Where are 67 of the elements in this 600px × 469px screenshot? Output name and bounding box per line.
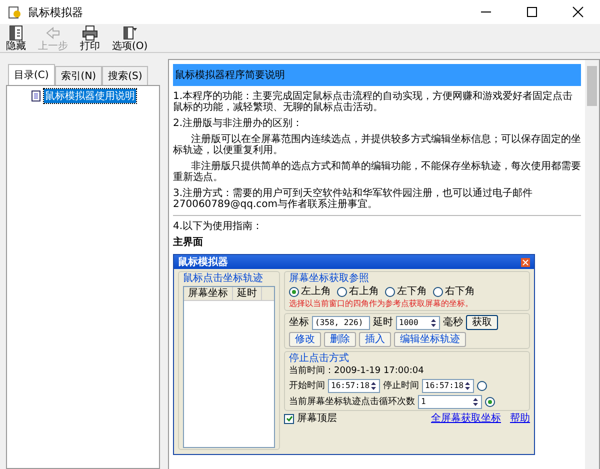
maximize-icon[interactable] xyxy=(526,6,538,18)
checkbox[interactable] xyxy=(284,414,294,424)
hint-text: 选择以当前窗口的四角作为参考点获取屏幕的坐标。 xyxy=(289,299,474,309)
scrollbar-thumb[interactable] xyxy=(587,66,597,106)
scrollbar[interactable] xyxy=(585,60,599,469)
time-spinbox[interactable]: 16:57:18 xyxy=(328,379,380,393)
group-title: 屏幕坐标获取参照 xyxy=(289,273,369,284)
field-label: 延时 xyxy=(373,317,393,328)
page-icon xyxy=(31,90,41,102)
radio-button[interactable] xyxy=(477,381,487,391)
action-button[interactable]: 修改 xyxy=(289,332,321,347)
action-button[interactable]: 删除 xyxy=(324,332,356,347)
get-button[interactable]: 获取 xyxy=(466,315,498,330)
delay-spinbox[interactable]: 1000 xyxy=(396,316,440,330)
paragraph: 2.注册版与非注册办的区别： xyxy=(173,118,304,129)
link[interactable]: 全屏幕获取坐标 xyxy=(431,413,501,424)
checkmark-icon xyxy=(286,415,292,422)
radio-button[interactable] xyxy=(433,286,443,296)
paragraph: 4.以下为使用指南： xyxy=(173,221,264,232)
action-button[interactable]: 插入 xyxy=(359,332,391,347)
radio-label: 左上角 xyxy=(301,286,331,297)
radio-label: 右下角 xyxy=(445,286,475,297)
paragraph: 注册版可以在全屏幕范围内连续选点，并提供较多方式编辑坐标信息；可以保存固定的坐标轨迹，以便重复利用。 xyxy=(173,134,581,156)
toolbar-button[interactable]: 隐藏 xyxy=(2,24,30,52)
unit-label: 毫秒 xyxy=(443,317,463,328)
column-header[interactable]: 屏幕坐标 xyxy=(184,287,233,300)
close-icon[interactable] xyxy=(572,6,584,18)
document-dropdown-icon xyxy=(120,24,139,42)
tree-item[interactable]: 鼠标模拟器使用说明 xyxy=(44,89,136,103)
window-title: 鼠标模拟器 xyxy=(28,4,84,20)
radio-button[interactable] xyxy=(385,286,395,296)
current-time: 当前时间：2009-1-19 17:00:04 xyxy=(289,366,425,377)
nav-tab[interactable]: 索引(N) xyxy=(54,66,102,85)
nav-tab[interactable]: 目录(C) xyxy=(8,64,55,85)
section-title: 主界面 xyxy=(173,237,204,248)
help-document-icon xyxy=(8,5,22,19)
paragraph: 1.本程序的功能：主要完成固定鼠标点击流程的自动实现，方便网赚和游戏爱好者固定点击鼠标的功能，减轻繁琐、无聊的鼠标点击活动。 xyxy=(173,91,574,113)
group-title: 鼠标点击坐标轨迹 xyxy=(183,273,263,284)
field-label: 停止时间 xyxy=(383,380,419,392)
toolbar-button[interactable]: 选项(O) xyxy=(108,24,152,52)
radio-button[interactable] xyxy=(289,286,299,296)
spin-arrows-icon xyxy=(430,318,437,328)
count-spinbox[interactable]: 1 xyxy=(418,395,482,409)
coordinate-field[interactable]: (358, 226) xyxy=(312,316,370,330)
field-label: 开始时间 xyxy=(289,380,325,392)
spin-arrows-icon xyxy=(472,397,479,407)
radio-button[interactable] xyxy=(485,397,495,407)
field-label: 坐标 xyxy=(289,317,309,328)
link[interactable]: 帮助 xyxy=(510,413,530,424)
app-title: 鼠标模拟器 xyxy=(178,256,228,268)
radio-label: 右上角 xyxy=(349,286,379,297)
toolbar-button[interactable]: 打印 xyxy=(76,24,104,52)
checkbox-label: 屏幕顶层 xyxy=(297,413,338,424)
paragraph: 3.注册方式：需要的用户可到天空软件站和华军软件园注册，也可以通过电子邮件270060789@qq.com与作者联系注册事宜。 xyxy=(173,188,534,210)
paragraph: 非注册版只提供简单的选点方式和简单的编辑功能，不能保存坐标轨迹，每次使用都需要重新选点。 xyxy=(173,161,581,183)
left-arrow-icon xyxy=(44,24,62,42)
field-label: 当前屏幕坐标轨迹点击循环次数 xyxy=(289,396,415,408)
action-button[interactable]: 编辑坐标轨迹 xyxy=(394,332,466,347)
spin-arrows-icon xyxy=(464,381,471,391)
spin-arrows-icon xyxy=(370,381,377,391)
page-heading: 鼠标模拟器程序简要说明 xyxy=(173,64,581,86)
radio-button[interactable] xyxy=(337,286,347,296)
time-spinbox[interactable]: 16:57:18 xyxy=(422,379,474,393)
nav-tab[interactable]: 搜索(S) xyxy=(102,66,148,85)
group-title: 停止点击方式 xyxy=(289,353,349,364)
radio-label: 左下角 xyxy=(397,286,427,297)
column-header[interactable]: 延时 xyxy=(233,287,262,300)
